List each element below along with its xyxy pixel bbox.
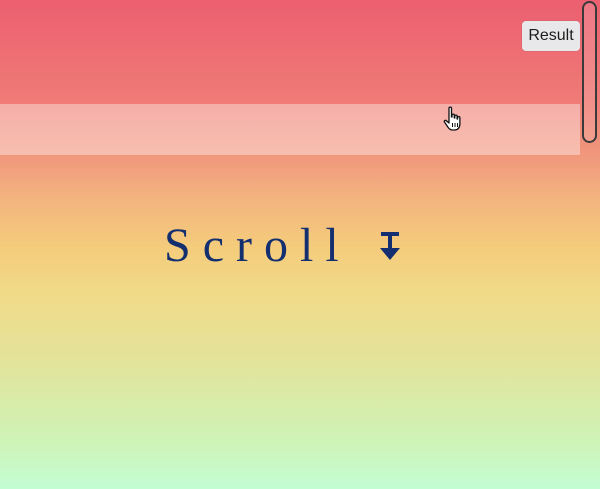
headline-text: Scroll	[164, 219, 351, 272]
gradient-page[interactable]: Scroll Result	[0, 0, 600, 489]
arrow-down-to-bar-icon	[379, 232, 400, 260]
scroll-headline: Scroll	[164, 214, 401, 278]
result-button[interactable]: Result	[522, 21, 580, 51]
highlight-band	[0, 104, 580, 155]
hand-pointer-icon	[443, 106, 461, 131]
scrollbar-thumb[interactable]	[582, 1, 597, 143]
